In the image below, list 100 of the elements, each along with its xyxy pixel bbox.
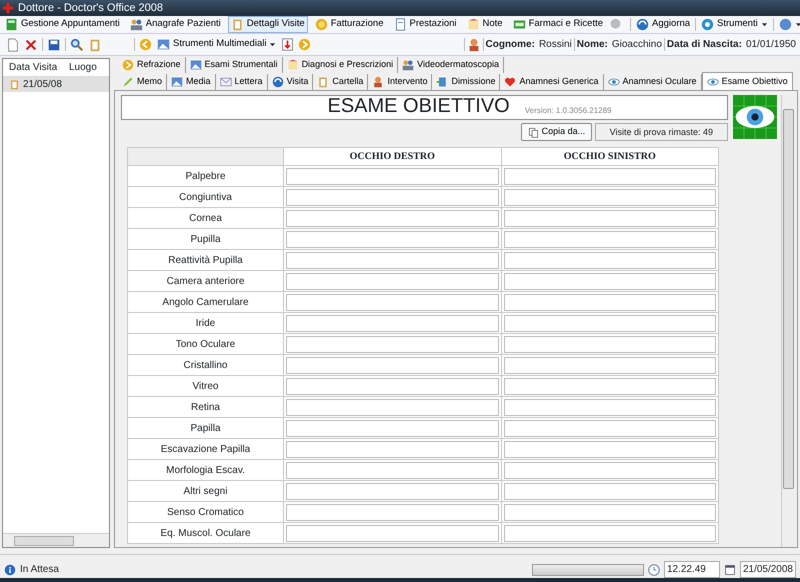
input-field[interactable] — [286, 336, 498, 352]
tab[interactable]: Diagnosi e Prescrizioni — [282, 57, 398, 73]
row-label: Reattività Pupilla — [128, 250, 284, 270]
copy-icon — [528, 126, 540, 138]
menu-tab[interactable]: Farmaci e Ricette — [510, 16, 606, 33]
input-field[interactable] — [286, 272, 498, 290]
field-value: 01/01/1950 — [746, 38, 796, 52]
row-label: Congiuntiva — [128, 186, 284, 208]
row-label: Senso Cromatico — [128, 502, 284, 522]
input-field[interactable] — [286, 462, 498, 478]
input-field[interactable] — [504, 336, 716, 352]
date-text: 21/05/2008 — [740, 561, 796, 578]
menu-tab[interactable]: Fatturazione — [312, 16, 386, 33]
row-label: Cornea — [128, 208, 284, 228]
menu-tab[interactable]: Gestione Appuntamenti — [2, 16, 123, 33]
field-label: Nome: — [576, 38, 608, 52]
field-value: Gioacchino — [612, 38, 662, 52]
menu-button[interactable]: Aggiorna — [633, 16, 694, 33]
menu-tab[interactable]: Prestazioni — [390, 16, 460, 33]
calendar-icon — [724, 564, 736, 576]
back-button[interactable] — [137, 38, 154, 51]
input-field[interactable] — [286, 188, 498, 206]
caret-icon — [269, 41, 276, 48]
trial-counter: Visite di prova rimaste: 49 — [594, 123, 728, 141]
save-icon — [47, 38, 61, 52]
input-field[interactable] — [286, 524, 498, 542]
input-field[interactable] — [286, 398, 498, 416]
input-field[interactable] — [286, 252, 498, 268]
input-field[interactable] — [504, 210, 716, 226]
status-text: In Attesa — [20, 563, 59, 577]
input-field[interactable] — [286, 210, 498, 226]
input-field[interactable] — [504, 462, 716, 478]
input-field[interactable] — [504, 504, 716, 520]
input-field[interactable] — [286, 294, 498, 310]
input-field[interactable] — [504, 482, 716, 500]
input-field[interactable] — [504, 378, 716, 394]
envelope-icon — [220, 76, 232, 88]
input-field[interactable] — [286, 168, 498, 184]
horizontal-scrollbar[interactable] — [3, 533, 109, 547]
input-field[interactable] — [504, 252, 716, 268]
row-label: Escavazione Papilla — [128, 438, 284, 460]
person-icon — [466, 38, 480, 52]
input-field[interactable] — [286, 230, 498, 248]
menu-tab[interactable]: Dettagli Visite — [228, 16, 308, 33]
clipboard-icon — [88, 38, 102, 52]
search-button[interactable] — [68, 38, 86, 52]
input-field[interactable] — [286, 420, 498, 436]
tab[interactable]: Videodermatoscopia — [398, 57, 504, 73]
input-field[interactable] — [286, 482, 498, 500]
input-field[interactable] — [504, 524, 716, 542]
new-document-icon — [6, 38, 20, 52]
column-header: OCCHIO SINISTRO — [501, 148, 718, 166]
person-icon — [372, 76, 384, 88]
input-field[interactable] — [286, 378, 498, 394]
input-field[interactable] — [286, 504, 498, 520]
clock-icon — [648, 564, 660, 576]
tab[interactable]: Refrazione — [118, 57, 186, 73]
menu-tab[interactable]: Anagrafe Pazienti — [126, 16, 224, 33]
medical-cross-icon — [2, 2, 14, 14]
clipboard-icon — [317, 76, 330, 88]
input-field[interactable] — [504, 294, 716, 310]
pencil-icon — [122, 76, 134, 88]
version-text: Version: 1.0.3056.21289 — [524, 105, 612, 117]
input-field[interactable] — [286, 356, 498, 374]
visit-row[interactable]: 21/05/08 — [3, 77, 109, 92]
input-field[interactable] — [504, 420, 716, 436]
arrow-left-icon — [139, 38, 152, 51]
input-field[interactable] — [286, 314, 498, 332]
form-title: ESAME OBIETTIVO — [327, 95, 510, 117]
window-title: Dottore - Doctor's Office 2008 — [18, 0, 163, 16]
tab[interactable]: Esami Strumentali — [186, 57, 283, 73]
note-icon — [466, 18, 480, 31]
vertical-scrollbar[interactable] — [781, 95, 795, 547]
multimedia-dropdown[interactable]: Strumenti Multimediali — [154, 36, 280, 53]
row-label: Papilla — [128, 418, 284, 438]
search-icon — [70, 38, 84, 52]
input-field[interactable] — [504, 272, 716, 290]
copy-button[interactable]: Copia da... — [521, 123, 592, 141]
field-value: Rossini — [538, 38, 572, 52]
row-label: Vitreo — [128, 376, 284, 396]
input-field[interactable] — [286, 440, 498, 458]
eye-icon — [608, 76, 620, 88]
input-field[interactable] — [504, 314, 716, 332]
input-field[interactable] — [504, 230, 716, 248]
input-field[interactable] — [504, 440, 716, 458]
people-icon — [130, 18, 143, 31]
input-field[interactable] — [504, 398, 716, 416]
input-field[interactable] — [504, 356, 716, 374]
menu-tab[interactable]: Note — [464, 16, 506, 33]
menu-button[interactable]: Strumenti — [698, 16, 771, 33]
field-label: Data di Nascita: — [666, 38, 742, 52]
tab[interactable]: Esame Obiettivo — [702, 72, 793, 90]
row-label: Iride — [128, 312, 284, 334]
input-field[interactable] — [504, 188, 716, 206]
picture-icon — [157, 38, 170, 51]
field-label: Cognome: — [486, 38, 535, 52]
row-label: Cristallino — [128, 354, 284, 376]
input-field[interactable] — [504, 168, 716, 184]
row-label: Tono Oculare — [128, 334, 284, 354]
column-header: OCCHIO DESTRO — [284, 148, 501, 166]
